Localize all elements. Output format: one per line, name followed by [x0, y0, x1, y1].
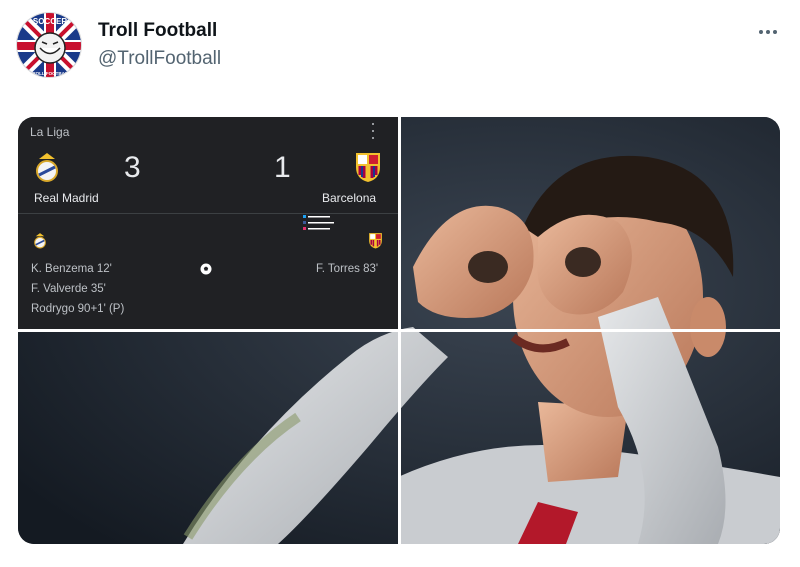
- avatar[interactable]: SOCCER TROLL FOOTBALL: [16, 12, 82, 78]
- more-options-button[interactable]: [756, 22, 780, 42]
- barcelona-small-crest-icon: [369, 233, 382, 249]
- display-name[interactable]: Troll Football: [98, 20, 217, 42]
- away-scorer: F. Torres 83': [316, 263, 379, 275]
- real-madrid-crest-icon: [36, 153, 58, 182]
- home-score: 3: [124, 151, 141, 184]
- user-handle[interactable]: @TrollFootball: [98, 48, 221, 70]
- troll-face-union-jack-avatar: SOCCER TROLL FOOTBALL: [17, 13, 81, 77]
- soccer-ball-icon: [200, 263, 212, 275]
- card-more-icon[interactable]: [368, 123, 378, 139]
- home-scorer: K. Benzema 12': [31, 263, 112, 275]
- away-team-name[interactable]: Barcelona: [322, 191, 376, 205]
- barcelona-crest-icon: [356, 153, 380, 182]
- home-scorer: Rodrygo 90+1' (P): [31, 303, 125, 315]
- match-score-card[interactable]: La Liga 3 1 Real Madrid Barcelona K. Ben…: [18, 117, 398, 329]
- home-team-name[interactable]: Real Madrid: [34, 191, 99, 205]
- home-scorer: F. Valverde 35': [31, 283, 106, 295]
- card-divider: [18, 213, 398, 214]
- avatar-logo-subtext: TROLL FOOTBALL: [30, 71, 71, 76]
- league-label[interactable]: La Liga: [30, 125, 69, 139]
- away-score: 1: [274, 151, 291, 184]
- grid-line-horizontal: [18, 329, 780, 332]
- real-madrid-small-crest-icon: [34, 233, 46, 249]
- tweet-media[interactable]: La Liga 3 1 Real Madrid Barcelona K. Ben…: [18, 117, 780, 544]
- avatar-logo-text: SOCCER: [33, 17, 67, 26]
- more-horizontal-icon: [759, 30, 777, 34]
- troll-football-watermark: [303, 215, 334, 230]
